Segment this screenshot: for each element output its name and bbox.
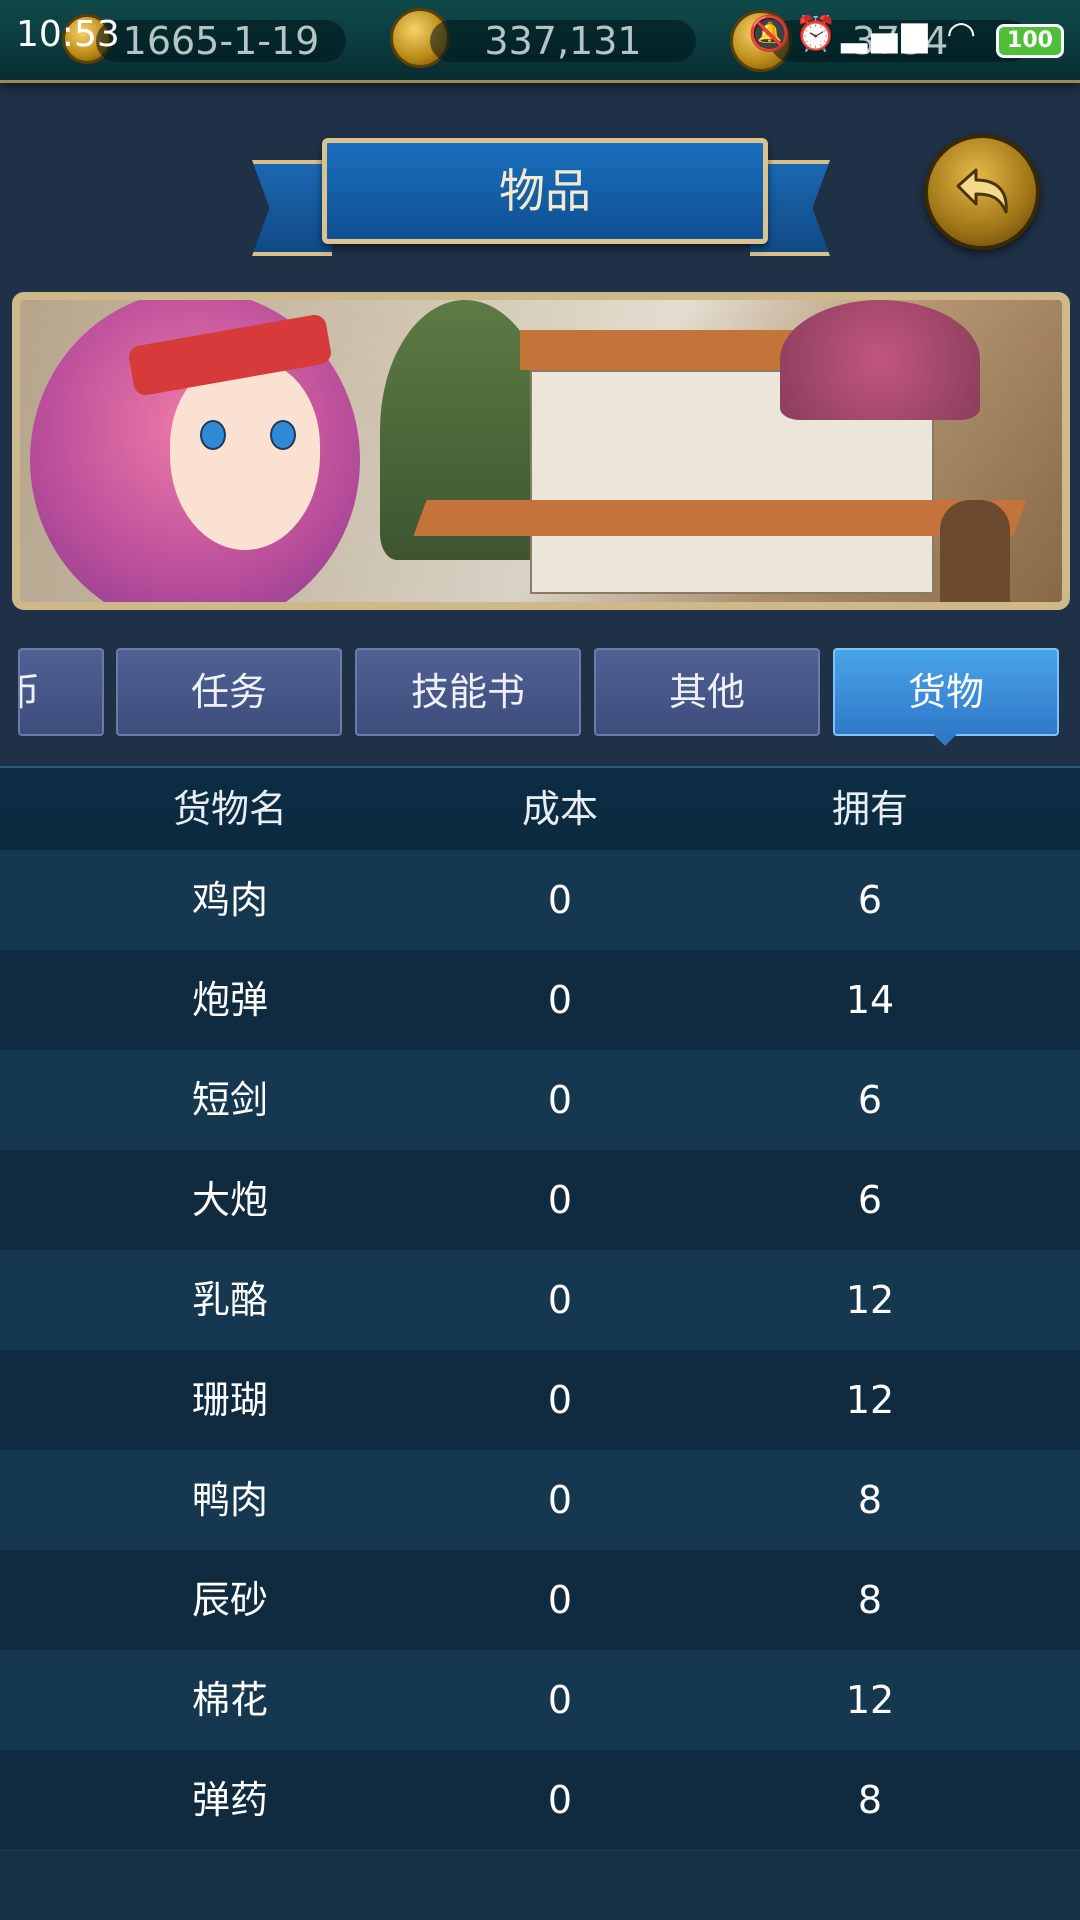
cargo-name: 大炮	[191, 1178, 268, 1222]
status-time: 10:53	[16, 14, 120, 55]
cargo-cost: 0	[547, 1378, 573, 1422]
character-eye-right	[270, 420, 296, 450]
page-title: 物品	[322, 138, 768, 244]
cargo-cost: 0	[547, 1778, 573, 1822]
tab-quest[interactable]: 任务	[116, 648, 342, 736]
money-display: 337,131	[430, 20, 696, 62]
table-row[interactable]: 短剑 0 6	[0, 1050, 1080, 1151]
cargo-name: 炮弹	[191, 978, 268, 1022]
back-button[interactable]	[924, 134, 1040, 250]
tab-label: 币	[20, 670, 40, 714]
character-face	[170, 360, 320, 550]
active-tab-indicator	[933, 734, 957, 746]
tab-cargo[interactable]: 货物	[833, 648, 1059, 736]
date-display: 1665-1-19	[96, 20, 346, 62]
status-icons: 🔕⏰▂▄▆ ◠	[748, 14, 980, 54]
banner-illustration	[12, 292, 1070, 610]
table-row[interactable]: 大炮 0 6	[0, 1150, 1080, 1251]
back-arrow-icon	[956, 168, 1008, 214]
cargo-cost: 0	[547, 1478, 573, 1522]
cargo-owned: 8	[857, 1778, 883, 1822]
cargo-owned: 14	[845, 978, 895, 1022]
tab-label: 任务	[190, 670, 267, 714]
cargo-owned: 12	[845, 1378, 895, 1422]
cargo-name: 棉花	[191, 1678, 268, 1722]
cargo-owned: 8	[857, 1478, 883, 1522]
money-text: 337,131	[484, 19, 642, 63]
cargo-name: 辰砂	[191, 1578, 268, 1622]
cargo-cost: 0	[547, 1178, 573, 1222]
column-header-name: 货物名	[172, 787, 287, 831]
cargo-cost: 0	[547, 1678, 573, 1722]
cargo-name: 乳酪	[191, 1278, 268, 1322]
tab-label: 货物	[907, 670, 984, 714]
tab-currency[interactable]: 币	[18, 648, 104, 736]
cargo-cost: 0	[547, 878, 573, 922]
cargo-owned: 6	[857, 1078, 883, 1122]
column-header-cost: 成本	[521, 787, 598, 831]
cargo-owned: 6	[857, 878, 883, 922]
table-row[interactable]: 珊瑚 0 12	[0, 1350, 1080, 1451]
tab-other[interactable]: 其他	[594, 648, 820, 736]
table-row[interactable]: 弹药 0 8	[0, 1750, 1080, 1851]
cargo-name: 弹药	[191, 1778, 268, 1822]
column-header-owned: 拥有	[831, 787, 908, 831]
top-resource-bar: 1665-1-19 337,131 3734 10:53 🔕⏰▂▄▆ ◠ 100	[0, 0, 1080, 83]
cargo-cost: 0	[547, 978, 573, 1022]
cargo-owned: 12	[845, 1278, 895, 1322]
cargo-cost: 0	[547, 1578, 573, 1622]
cargo-owned: 6	[857, 1178, 883, 1222]
lower-roof	[413, 500, 1027, 536]
table-row[interactable]: 棉花 0 12	[0, 1650, 1080, 1751]
cargo-name: 珊瑚	[191, 1378, 268, 1422]
table-row[interactable]: 乳酪 0 12	[0, 1250, 1080, 1351]
ribbon-tail-left	[252, 160, 332, 256]
battery-icon: 100	[996, 24, 1064, 58]
cargo-owned: 8	[857, 1578, 883, 1622]
table-row[interactable]: 鸭肉 0 8	[0, 1450, 1080, 1551]
table-row[interactable]: 炮弹 0 14	[0, 950, 1080, 1051]
flower-bush	[780, 300, 980, 420]
cargo-cost: 0	[547, 1278, 573, 1322]
table-header: 货物名 成本 拥有	[0, 766, 1080, 852]
cargo-name: 鸭肉	[191, 1478, 268, 1522]
sailor-figure	[940, 500, 1010, 602]
cargo-table: 货物名 成本 拥有 鸡肉 0 6 炮弹 0 14 短剑 0 6 大炮 0 6 乳…	[0, 766, 1080, 1920]
tab-skill-books[interactable]: 技能书	[355, 648, 581, 736]
cargo-owned: 12	[845, 1678, 895, 1722]
table-row[interactable]: 辰砂 0 8	[0, 1550, 1080, 1651]
table-row[interactable]: 鸡肉 0 6	[0, 850, 1080, 951]
date-text: 1665-1-19	[122, 19, 320, 63]
cargo-cost: 0	[547, 1078, 573, 1122]
cargo-name: 鸡肉	[191, 878, 268, 922]
tab-label: 技能书	[410, 670, 525, 714]
cargo-name: 短剑	[191, 1078, 268, 1122]
tab-label: 其他	[668, 670, 745, 714]
character-eye-left	[200, 420, 226, 450]
